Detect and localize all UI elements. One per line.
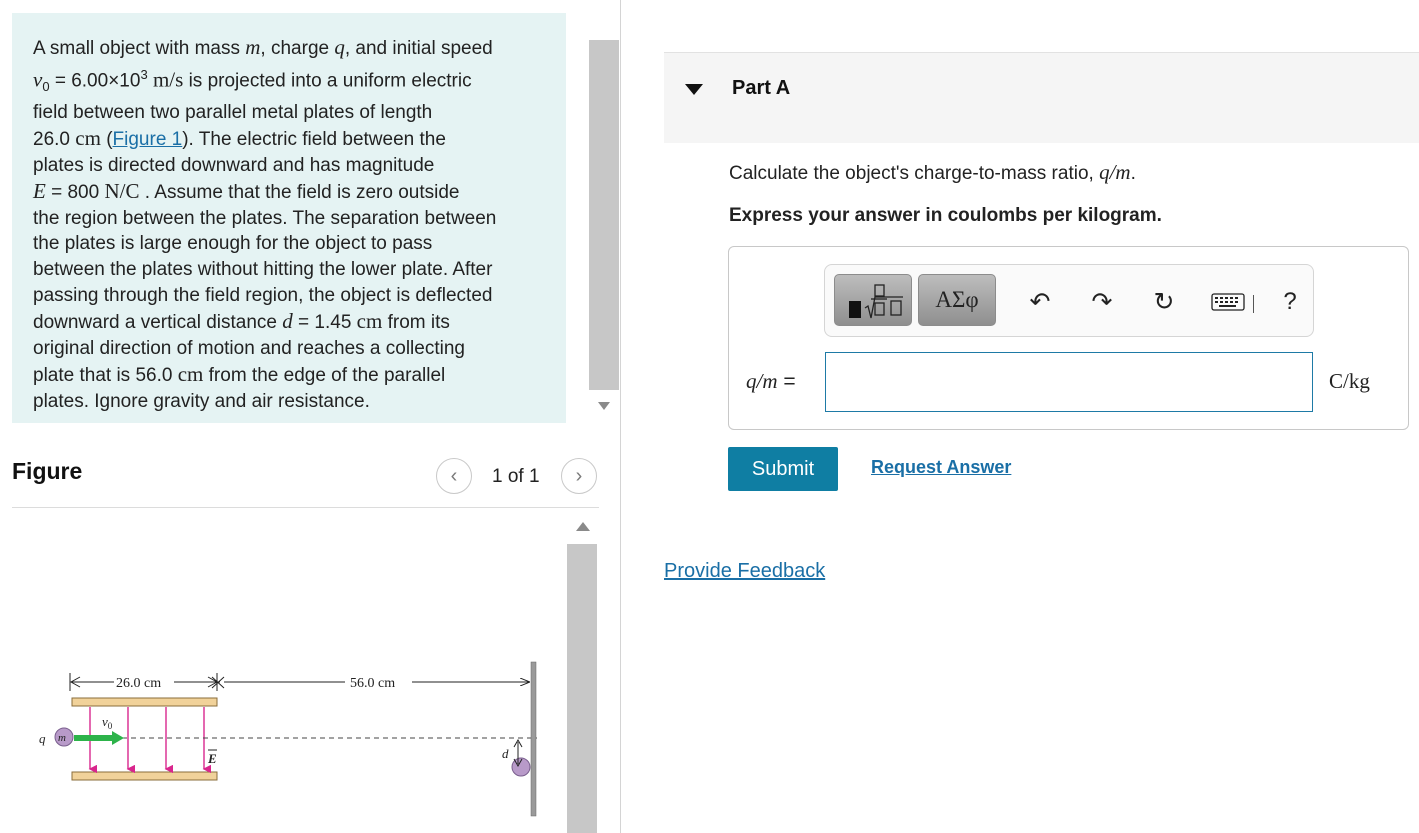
answer-input[interactable]	[825, 352, 1313, 412]
provide-feedback-link[interactable]: Provide Feedback	[664, 560, 825, 583]
mass-label: m	[58, 732, 66, 744]
deflection-label: d	[502, 746, 509, 761]
problem-line-14: plates. Ignore gravity and air resistanc…	[33, 390, 370, 412]
chevron-left-icon: ‹	[450, 464, 458, 487]
toolbar-separator	[1253, 295, 1254, 313]
scrollbar-thumb[interactable]	[567, 544, 597, 833]
upper-plate	[71, 697, 218, 707]
problem-line-3: field between two parallel metal plates …	[33, 101, 433, 123]
problem-line-1: A small object with mass m, charge q, an…	[33, 35, 493, 59]
question-text: Calculate the object's charge-to-mass ra…	[729, 160, 1136, 184]
previous-figure-button[interactable]: ‹	[436, 458, 472, 494]
problem-line-5: plates is directed downward and has magn…	[33, 154, 435, 176]
scrollbar-thumb[interactable]	[589, 40, 619, 390]
problem-line-7: the region between the plates. The separ…	[33, 207, 497, 229]
math-toolbar: ΑΣφ ↶ ↷ ↻ ?	[824, 264, 1314, 337]
deflection-dimension	[513, 738, 523, 768]
distance-label: 56.0 cm	[350, 676, 395, 691]
figure-divider	[12, 507, 599, 508]
problem-line-9: between the plates without hitting the l…	[33, 259, 493, 281]
figure-pager: 1 of 1	[492, 466, 540, 487]
distance-dimension: 56.0 cm	[224, 676, 529, 691]
answer-instruction: Express your answer in coulombs per kilo…	[729, 205, 1162, 226]
pane-divider	[620, 0, 621, 833]
problem-line-8: the plates is large enough for the objec…	[33, 233, 433, 255]
collecting-plate	[530, 661, 537, 817]
chevron-right-icon: ›	[575, 464, 583, 487]
fraction-sqrt-template-icon	[849, 284, 903, 319]
answer-box: ΑΣφ ↶ ↷ ↻ ? q/m = C/kg	[728, 246, 1409, 430]
part-title: Part A	[732, 77, 791, 99]
problem-line-11: downward a vertical distance d = 1.45 cm…	[33, 309, 450, 334]
charge-label: q	[39, 731, 46, 746]
redo-icon[interactable]: ↷	[1087, 287, 1117, 317]
greek-symbols-button[interactable]: ΑΣφ	[918, 274, 996, 326]
request-answer-link[interactable]: Request Answer	[871, 457, 1011, 478]
problem-line-2: v0 = 6.00×103 m/s is projected into a un…	[33, 66, 472, 95]
problem-statement: A small object with mass m, charge q, an…	[12, 13, 566, 423]
problem-scrollbar[interactable]	[588, 0, 620, 424]
undo-icon[interactable]: ↶	[1025, 287, 1055, 317]
problem-line-10: passing through the field region, the ob…	[33, 285, 493, 307]
velocity-arrow	[74, 731, 124, 745]
plate-length-dimension: 26.0 cm	[69, 673, 225, 691]
answer-label: q/m =	[746, 369, 796, 393]
caret-down-icon[interactable]	[685, 84, 703, 95]
keyboard-glyph	[1211, 293, 1245, 311]
problem-line-12: original direction of motion and reaches…	[33, 338, 465, 360]
templates-button[interactable]	[834, 274, 912, 326]
reset-icon[interactable]: ↻	[1149, 287, 1179, 317]
keyboard-icon[interactable]	[1210, 287, 1246, 317]
figure-diagram: 26.0 cm 56.0 cm E v0 q m d	[39, 661, 537, 817]
figure-scrollbar[interactable]	[566, 510, 600, 833]
problem-line-4: 26.0 cm (Figure 1). The electric field b…	[33, 125, 446, 150]
lower-plate	[71, 771, 218, 781]
v0-label: v0	[102, 714, 113, 731]
figure-link[interactable]: Figure 1	[113, 129, 183, 150]
next-figure-button[interactable]: ›	[561, 458, 597, 494]
figure-title: Figure	[12, 458, 83, 484]
answer-unit: C/kg	[1329, 369, 1370, 393]
problem-line-6: E = 800 N/C . Assume that the field is z…	[33, 178, 460, 203]
field-label: E	[207, 751, 217, 766]
plate-length-label: 26.0 cm	[116, 676, 161, 691]
help-button[interactable]: ?	[1275, 287, 1305, 317]
scroll-down-arrow-icon[interactable]	[598, 402, 610, 410]
submit-button[interactable]: Submit	[728, 447, 838, 491]
part-header[interactable]: Part A	[664, 52, 1419, 143]
scroll-up-arrow-icon[interactable]	[576, 522, 590, 531]
problem-line-13: plate that is 56.0 cm from the edge of t…	[33, 362, 446, 386]
